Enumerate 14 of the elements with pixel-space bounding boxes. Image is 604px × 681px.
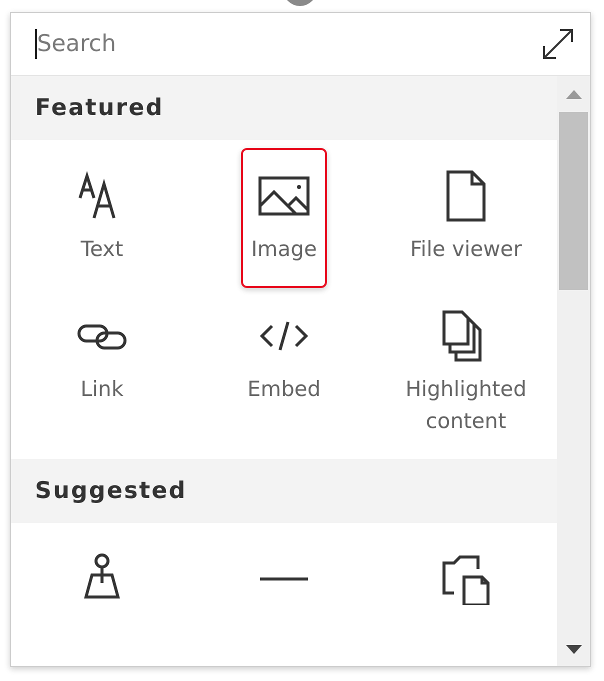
scroll-down-icon[interactable] (566, 645, 582, 654)
folder-document-icon (440, 553, 492, 605)
web-part-tile[interactable]: Embed (237, 288, 331, 428)
web-part-tile[interactable]: Text (66, 148, 138, 288)
horizontal-line-icon (258, 577, 310, 581)
scrollbar[interactable] (557, 76, 590, 666)
web-part-tile[interactable]: Highlighted content (376, 288, 556, 449)
section-heading: Suggested (35, 476, 187, 506)
web-part-tile[interactable]: File viewer (400, 148, 532, 288)
section-heading: Featured (35, 94, 164, 123)
web-part-tile[interactable]: Image (241, 148, 327, 288)
expand-icon[interactable] (542, 28, 574, 60)
web-part-tile[interactable]: Link (66, 288, 138, 428)
scrollbar-thumb[interactable] (559, 112, 588, 290)
